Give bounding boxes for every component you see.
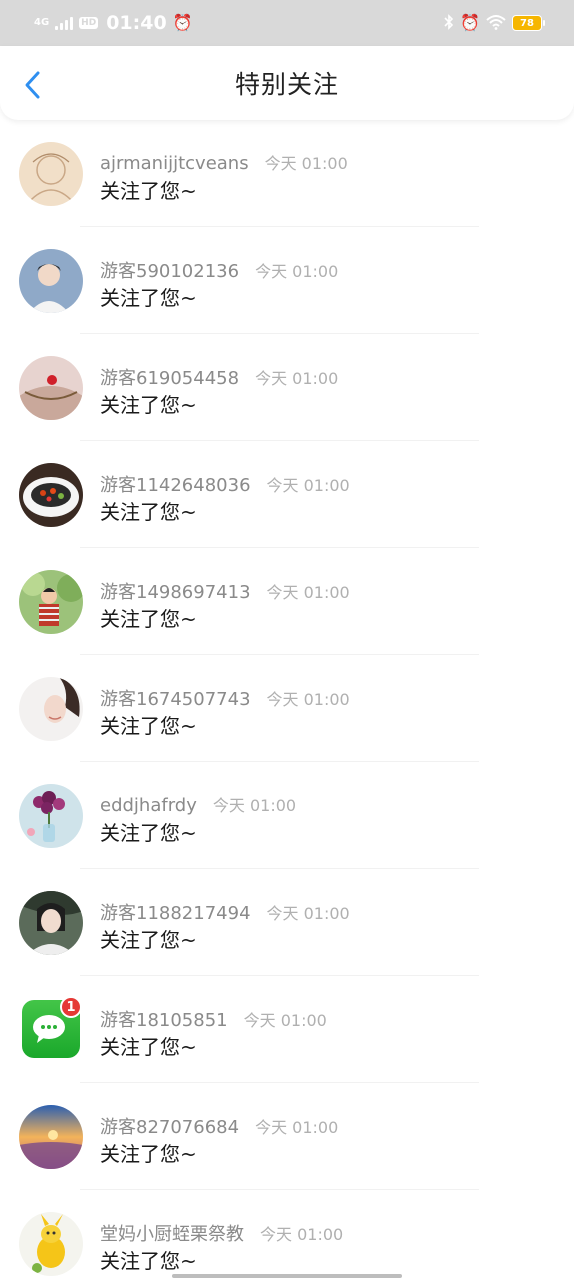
list-item[interactable]: eddjhafrdy 今天 01:00 关注了您~ (0, 762, 574, 869)
avatar[interactable] (19, 356, 83, 420)
list-item[interactable]: 游客590102136 今天 01:00 关注了您~ (0, 227, 574, 334)
signal-icon (55, 16, 74, 30)
user-name[interactable]: 游客1674507743 (100, 685, 251, 711)
item-meta: ajrmanijjtcveans 今天 01:00 (100, 150, 348, 174)
timestamp: 今天 01:00 (255, 262, 339, 281)
user-name[interactable]: ajrmanijjtcveans (100, 153, 249, 174)
list-item[interactable]: 游客827076684 今天 01:00 关注了您~ (0, 1083, 574, 1190)
timestamp: 今天 01:00 (266, 476, 350, 495)
network-type: 4G (34, 17, 50, 28)
avatar[interactable] (19, 784, 83, 848)
avatar[interactable]: 1 (22, 996, 82, 1058)
timestamp: 今天 01:00 (266, 904, 350, 923)
user-name[interactable]: 游客18105851 (100, 1006, 228, 1032)
timestamp: 今天 01:00 (266, 690, 350, 709)
list-item[interactable]: 游客619054458 今天 01:00 关注了您~ (0, 334, 574, 441)
item-meta: 堂妈小厨蛭栗祭教 今天 01:00 (100, 1220, 343, 1246)
message-text: 关注了您~ (100, 607, 197, 631)
battery-icon: 78 (512, 15, 545, 31)
list-item[interactable]: ajrmanijjtcveans 今天 01:00 关注了您~ (0, 120, 574, 227)
page-title: 特别关注 (234, 70, 339, 99)
status-bar: 4G HD 01:40 ⏰ ⏰ 78 (0, 0, 574, 46)
item-meta: 游客1674507743 今天 01:00 (100, 685, 350, 711)
user-name[interactable]: 游客1142648036 (100, 471, 251, 497)
item-meta: 游客1142648036 今天 01:00 (100, 471, 350, 497)
alarm-icon: ⏰ (172, 13, 193, 32)
message-text: 关注了您~ (100, 1249, 197, 1273)
item-meta: 游客1498697413 今天 01:00 (100, 578, 350, 604)
user-name[interactable]: 游客1188217494 (100, 899, 251, 925)
list-item[interactable]: 游客1498697413 今天 01:00 关注了您~ (0, 548, 574, 655)
timestamp: 今天 01:00 (264, 154, 348, 173)
chevron-left-icon (25, 71, 40, 99)
avatar[interactable] (19, 891, 83, 955)
message-text: 关注了您~ (100, 1035, 197, 1059)
timestamp: 今天 01:00 (243, 1011, 327, 1030)
avatar[interactable] (19, 249, 83, 313)
follower-list: ajrmanijjtcveans 今天 01:00 关注了您~ 游客590102… (0, 120, 574, 1280)
message-text: 关注了您~ (100, 1142, 197, 1166)
avatar[interactable] (19, 1212, 83, 1276)
clock: 01:40 (106, 12, 167, 34)
bluetooth-icon (444, 13, 454, 33)
avatar[interactable] (19, 1105, 83, 1169)
message-text: 关注了您~ (100, 179, 197, 203)
status-left: 4G HD 01:40 ⏰ (34, 12, 193, 34)
item-meta: 游客590102136 今天 01:00 (100, 257, 338, 283)
user-name[interactable]: 游客1498697413 (100, 578, 251, 604)
message-text: 关注了您~ (100, 286, 197, 310)
message-text: 关注了您~ (100, 500, 197, 524)
avatar[interactable] (19, 677, 83, 741)
avatar[interactable] (19, 142, 83, 206)
timestamp: 今天 01:00 (260, 1225, 344, 1244)
timestamp: 今天 01:00 (212, 796, 297, 815)
item-meta: 游客1188217494 今天 01:00 (100, 899, 350, 925)
wifi-icon (486, 14, 506, 33)
hd-badge: HD (79, 17, 99, 29)
avatar[interactable] (19, 570, 83, 634)
timestamp: 今天 01:00 (255, 1118, 339, 1137)
list-item[interactable]: 游客1142648036 今天 01:00 关注了您~ (0, 441, 574, 548)
timestamp: 今天 01:00 (255, 369, 339, 388)
back-button[interactable] (20, 70, 44, 100)
avatar[interactable] (19, 463, 83, 527)
message-text: 关注了您~ (100, 393, 197, 417)
user-name[interactable]: 游客827076684 (100, 1113, 239, 1139)
message-text: 关注了您~ (100, 714, 197, 738)
message-text: 关注了您~ (100, 821, 197, 845)
status-right: ⏰ 78 (444, 13, 545, 33)
user-name[interactable]: eddjhafrdy (100, 795, 197, 816)
app-header: 特别关注 (0, 46, 574, 120)
list-item[interactable]: 游客1674507743 今天 01:00 关注了您~ (0, 655, 574, 762)
list-item[interactable]: 1 游客18105851 今天 01:00 关注了您~ (0, 976, 574, 1083)
message-text: 关注了您~ (100, 928, 197, 952)
item-meta: 游客827076684 今天 01:00 (100, 1113, 338, 1139)
item-meta: 游客18105851 今天 01:00 (100, 1006, 327, 1032)
home-indicator[interactable] (172, 1274, 402, 1278)
user-name[interactable]: 游客590102136 (100, 257, 239, 283)
item-meta: 游客619054458 今天 01:00 (100, 364, 338, 390)
user-name[interactable]: 游客619054458 (100, 364, 239, 390)
list-item[interactable]: 堂妈小厨蛭栗祭教 今天 01:00 关注了您~ (0, 1190, 574, 1280)
alarm-icon: ⏰ (460, 13, 480, 32)
user-name[interactable]: 堂妈小厨蛭栗祭教 (100, 1220, 244, 1246)
item-meta: eddjhafrdy 今天 01:00 (100, 792, 296, 816)
list-item[interactable]: 游客1188217494 今天 01:00 关注了您~ (0, 869, 574, 976)
timestamp: 今天 01:00 (266, 583, 350, 602)
notification-badge: 1 (60, 996, 82, 1018)
